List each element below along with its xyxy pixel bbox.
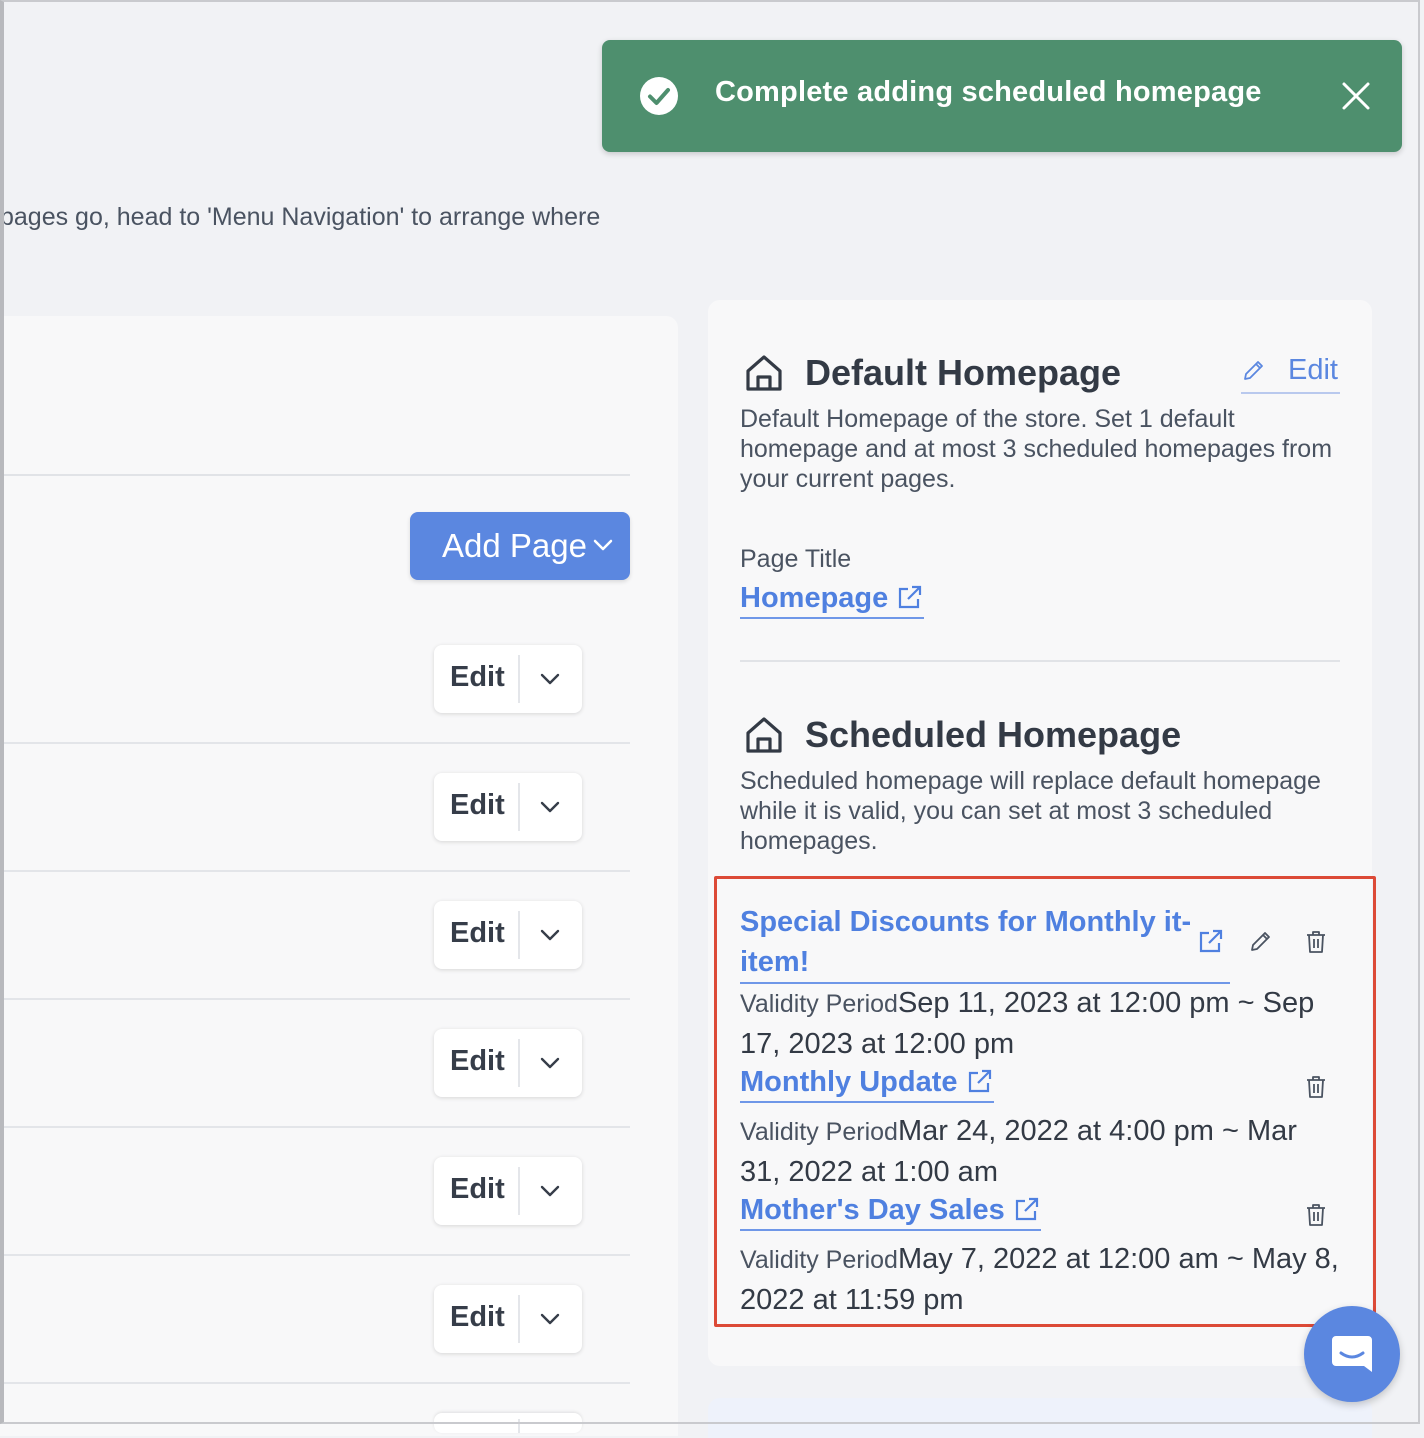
check-circle-icon (640, 77, 678, 115)
edit-label: Edit (1288, 354, 1338, 386)
section-divider (740, 660, 1340, 662)
default-homepage-edit-link[interactable]: Edit (1241, 352, 1340, 394)
chevron-down-icon[interactable] (538, 923, 562, 947)
button-separator (518, 783, 520, 831)
add-page-button[interactable]: Add Page (410, 512, 630, 580)
row-edit-button[interactable]: Edit (450, 1045, 505, 1078)
homepage-link[interactable]: Homepage (740, 582, 925, 619)
row-edit-button[interactable]: Edit (450, 661, 505, 694)
close-icon[interactable] (1340, 80, 1372, 112)
row-edit-group: Edit (434, 1157, 582, 1225)
row-edit-button[interactable]: Edit (450, 1173, 505, 1206)
intro-text: pages go, head to 'Menu Navigation' to a… (0, 203, 601, 231)
chevron-down-icon[interactable] (538, 667, 562, 691)
scheduled-homepage-description: Scheduled homepage will replace default … (740, 767, 1321, 855)
row-divider (0, 870, 630, 872)
pages-header-divider (0, 474, 630, 476)
row-edit-button[interactable]: Edit (450, 789, 505, 822)
row-edit-button[interactable]: Edit (450, 917, 505, 950)
page-title-label: Page Title (740, 545, 852, 573)
pages-panel (0, 316, 678, 1436)
chevron-down-icon[interactable] (538, 1051, 562, 1075)
row-divider (0, 1126, 630, 1128)
row-divider (0, 998, 630, 1000)
add-page-label: Add Page (442, 527, 587, 564)
scheduled-homepage-title: Scheduled Homepage (805, 714, 1182, 755)
row-divider (0, 1254, 630, 1256)
chevron-down-icon[interactable] (538, 795, 562, 819)
chevron-down-icon[interactable] (538, 1307, 562, 1331)
row-edit-group: Edit (434, 645, 582, 713)
chat-launcher-button[interactable] (1304, 1306, 1400, 1402)
home-icon (746, 717, 782, 753)
success-toast: Complete adding scheduled homepage (602, 40, 1402, 152)
home-icon (746, 355, 782, 391)
row-edit-group: Edit (434, 1285, 582, 1353)
row-edit-group: Edit (434, 773, 582, 841)
button-separator (518, 655, 520, 703)
row-divider (0, 742, 630, 744)
pencil-icon (1244, 361, 1263, 380)
homepage-link-text: Homepage (740, 582, 889, 614)
scheduled-list-highlight (714, 876, 1376, 1327)
toast-message: Complete adding scheduled homepage (715, 76, 1262, 108)
button-separator (518, 1295, 520, 1343)
next-panel (708, 1398, 1372, 1438)
button-separator (518, 1419, 520, 1433)
default-homepage-title: Default Homepage (805, 352, 1122, 393)
row-divider (0, 1382, 630, 1384)
button-separator (518, 1039, 520, 1087)
row-edit-group: Edit (434, 901, 582, 969)
chevron-down-icon (593, 539, 613, 551)
external-link-icon (899, 585, 922, 609)
row-edit-button[interactable]: Edit (450, 1301, 505, 1334)
button-separator (518, 911, 520, 959)
chevron-down-icon[interactable] (538, 1179, 562, 1203)
row-edit-group (434, 1413, 582, 1433)
row-edit-group: Edit (434, 1029, 582, 1097)
button-separator (518, 1167, 520, 1215)
default-homepage-description: Default Homepage of the store. Set 1 def… (740, 405, 1333, 493)
chat-icon (1332, 1336, 1372, 1372)
